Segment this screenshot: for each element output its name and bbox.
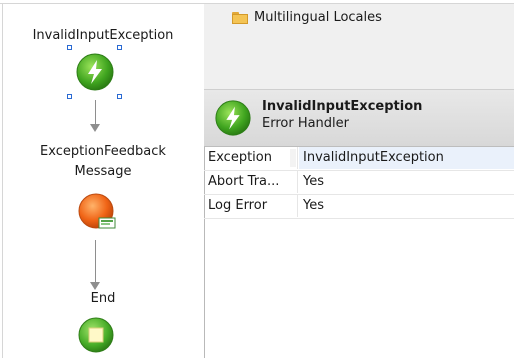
properties-header: InvalidInputException Error Handler [204, 90, 514, 147]
exception-handler-icon [215, 100, 251, 136]
feedback-message-icon[interactable] [77, 192, 119, 234]
property-name: Exception [208, 150, 272, 165]
column-divider [297, 147, 298, 169]
property-value[interactable]: InvalidInputException [299, 147, 514, 169]
node-label-feedback-line1: ExceptionFeedback [40, 144, 166, 159]
property-row-abort-transaction[interactable]: Abort Tra... Yes [204, 171, 514, 195]
properties-subtitle: Error Handler [262, 116, 350, 131]
connector-1-arrowhead [90, 124, 100, 132]
property-name: Log Error [208, 198, 268, 213]
tree-item-multilingual-locales[interactable]: Multilingual Locales [232, 10, 382, 25]
property-value[interactable]: Yes [299, 171, 514, 193]
properties-grid: Exception InvalidInputException Abort Tr… [204, 147, 514, 219]
selection-handle-bottom-right[interactable] [117, 94, 122, 99]
selection-handle-top-left[interactable] [67, 45, 72, 50]
property-name: Abort Tra... [208, 174, 280, 189]
folder-icon [232, 11, 248, 24]
tree-item-label: Multilingual Locales [254, 10, 382, 25]
property-value[interactable]: Yes [299, 195, 514, 217]
property-row-log-error[interactable]: Log Error Yes [204, 195, 514, 219]
connector-1 [95, 100, 96, 124]
properties-title: InvalidInputException [262, 99, 423, 114]
module-tree[interactable]: Multilingual Locales [204, 4, 514, 90]
connector-2-arrowhead [90, 282, 100, 290]
property-spacer [290, 149, 296, 167]
right-panels: Multilingual Locales InvalidInputExcepti… [204, 4, 514, 360]
property-row-exception[interactable]: Exception InvalidInputException [204, 147, 514, 171]
flow-canvas[interactable]: InvalidInputException ExceptionFeedback … [2, 4, 205, 358]
node-label-exception-handler: InvalidInputException [32, 28, 174, 43]
column-divider [297, 195, 298, 217]
end-icon[interactable] [77, 316, 115, 354]
column-divider [297, 171, 298, 193]
exception-handler-icon[interactable] [75, 52, 115, 92]
node-label-end: End [90, 291, 116, 306]
connector-2 [95, 240, 96, 284]
node-label-feedback-line2: Message [74, 164, 132, 179]
root: InvalidInputException ExceptionFeedback … [0, 0, 514, 360]
selection-handle-top-right[interactable] [117, 45, 122, 50]
selection-handle-bottom-left[interactable] [67, 94, 72, 99]
